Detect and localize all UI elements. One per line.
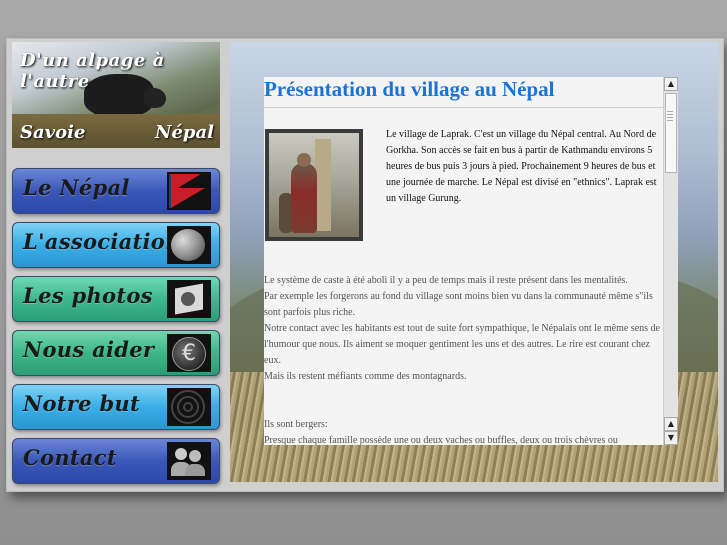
content-scrollbar[interactable]: ▲ ▲ ▼ <box>663 77 678 445</box>
nepal-flag-icon <box>167 172 211 210</box>
users-icon <box>167 442 211 480</box>
nav-label: Les photos <box>23 283 153 308</box>
camera-icon <box>167 280 211 318</box>
nav-association-button[interactable]: L'association <box>12 222 220 268</box>
scroll-up-button[interactable]: ▲ <box>664 77 678 91</box>
content-panel: Présentation du village au Népal Le vill… <box>264 77 663 445</box>
nav-label: Notre but <box>23 391 140 416</box>
globe-icon <box>167 226 211 264</box>
intro-paragraph: Le village de Laprak. C'est un village d… <box>386 129 657 204</box>
scroll-thumb[interactable] <box>665 93 677 173</box>
page-title: Présentation du village au Népal <box>264 77 555 101</box>
nav-contact-button[interactable]: Contact <box>12 438 220 484</box>
banner-right-text: Népal <box>155 122 214 143</box>
body-line: Notre contact avec les habitants est tou… <box>264 323 660 366</box>
sidebar: D'un alpage à l'autre Savoie Népal Le Né… <box>12 42 222 488</box>
nav-nous-aider-button[interactable]: Nous aider € <box>12 330 220 376</box>
scroll-grip-icon <box>667 111 673 123</box>
nav-label: Contact <box>23 445 117 470</box>
banner-left-text: Savoie <box>20 122 86 143</box>
body-line: Par exemple les forgerons au fond du vil… <box>264 291 653 318</box>
scroll-down-button[interactable]: ▼ <box>664 431 678 445</box>
nav-le-nepal-button[interactable]: Le Népal <box>12 168 220 214</box>
body-line: Ils sont bergers: <box>264 419 328 430</box>
target-icon <box>167 388 211 426</box>
body-line: Le système de caste à été aboli il y a p… <box>264 275 628 286</box>
nav-notre-but-button[interactable]: Notre but <box>12 384 220 430</box>
body-text: Le système de caste à été aboli il y a p… <box>264 273 663 445</box>
village-portrait-image <box>265 129 363 241</box>
nav-photos-button[interactable]: Les photos <box>12 276 220 322</box>
euro-icon: € <box>167 334 211 372</box>
body-line: Presque chaque famille possède une ou de… <box>264 435 618 445</box>
nav-label: Le Népal <box>23 175 130 200</box>
banner-title: D'un alpage à l'autre <box>20 50 165 92</box>
nav-label: Nous aider <box>23 337 155 362</box>
body-line: Mais ils restent méfiants comme des mont… <box>264 371 467 382</box>
title-divider <box>264 107 663 108</box>
scroll-up-small-button[interactable]: ▲ <box>664 417 678 431</box>
site-banner[interactable]: D'un alpage à l'autre Savoie Népal <box>12 42 220 148</box>
nav-label: L'association <box>23 229 181 254</box>
